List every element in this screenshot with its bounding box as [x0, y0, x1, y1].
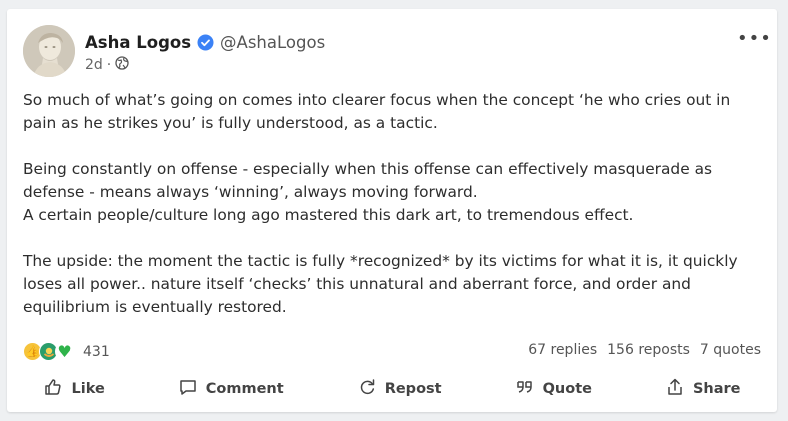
post-paragraph: So much of what’s going on comes into cl…	[23, 91, 731, 132]
reactions-summary[interactable]: 👍 ♥ 431	[23, 342, 110, 361]
post-meta: 2d ·	[85, 56, 129, 74]
repost-button[interactable]: Repost	[347, 373, 452, 405]
post-paragraph: A certain people/culture long ago master…	[23, 206, 634, 224]
more-options-icon[interactable]: •••	[737, 30, 771, 49]
action-bar: Like Comment Repost Quote Share	[7, 375, 777, 403]
avatar[interactable]	[23, 25, 75, 77]
post-stats: 👍 ♥ 431 67 replies 156 reposts 7 quotes	[23, 342, 761, 362]
reaction-count: 431	[83, 343, 110, 360]
quote-button[interactable]: Quote	[505, 373, 602, 405]
comment-button[interactable]: Comment	[168, 373, 294, 405]
like-button[interactable]: Like	[33, 373, 114, 405]
post-body: So much of what’s going on comes into cl…	[23, 89, 761, 319]
like-label: Like	[71, 381, 105, 397]
comment-icon	[178, 377, 198, 401]
share-label: Share	[692, 381, 741, 397]
repost-label: Repost	[384, 381, 442, 397]
repost-icon	[357, 377, 377, 401]
replies-count[interactable]: 67 replies	[528, 342, 597, 358]
share-icon	[665, 377, 685, 401]
avatar-bust-image	[23, 25, 75, 77]
verified-badge-icon	[197, 34, 214, 51]
globe-icon	[115, 56, 129, 74]
quote-icon	[515, 377, 535, 401]
reposts-count[interactable]: 156 reposts	[607, 342, 690, 358]
quote-label: Quote	[542, 381, 592, 397]
post-card: Asha Logos @AshaLogos 2d · ••• So much o…	[7, 9, 777, 412]
quotes-count[interactable]: 7 quotes	[700, 342, 761, 358]
post-timestamp[interactable]: 2d	[85, 57, 103, 73]
engagement-counts: 67 replies 156 reposts 7 quotes	[528, 342, 761, 358]
author-display-name[interactable]: Asha Logos	[85, 33, 191, 52]
thumbs-up-icon	[43, 377, 63, 401]
author-row: Asha Logos @AshaLogos	[85, 31, 325, 53]
share-button[interactable]: Share	[655, 373, 751, 405]
comment-label: Comment	[205, 381, 284, 397]
meta-separator: ·	[106, 57, 112, 73]
post-paragraph: Being constantly on offense - especially…	[23, 160, 713, 201]
author-handle[interactable]: @AshaLogos	[220, 33, 325, 52]
green-heart-icon: ♥	[55, 342, 74, 361]
post-paragraph: The upside: the moment the tactic is ful…	[23, 252, 738, 316]
